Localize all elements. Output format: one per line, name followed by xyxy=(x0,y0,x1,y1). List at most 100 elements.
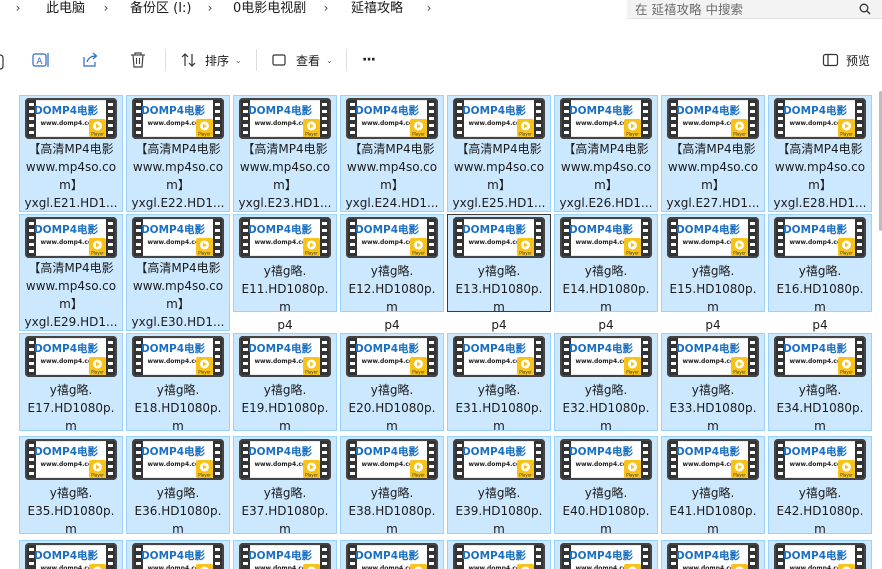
breadcrumb-item-this-pc[interactable]: 此电脑 xyxy=(46,0,85,19)
thumbnail-brand: DOMP4电影 xyxy=(34,342,99,355)
file-item[interactable]: DOMP4电影 www.domp4.cc Player y禧g略. E42.HD108… xyxy=(768,436,872,554)
breadcrumb-item-folder-movies[interactable]: 0电影电视剧 xyxy=(233,0,306,19)
toolbar-divider xyxy=(346,49,347,71)
preview-pane-button[interactable]: 预览 xyxy=(822,48,870,72)
thumbnail-badge: Player xyxy=(198,132,211,137)
thumbnail-brand: DOMP4电影 xyxy=(355,342,420,355)
file-item[interactable]: DOMP4电影 www.domp4.cc Player y禧g略. E41.HD108… xyxy=(661,436,765,554)
thumbnail-badge: Player xyxy=(626,473,639,478)
file-item[interactable]: DOMP4电影 www.domp4.cc Player 【高清MP4电影 www.mp… xyxy=(126,214,230,331)
chevron-right-icon[interactable]: › xyxy=(12,0,24,19)
thumbnail-badge: Player xyxy=(198,251,211,256)
thumbnail-badge: Player xyxy=(91,473,104,478)
more-options-button[interactable]: ··· xyxy=(362,48,376,72)
file-item[interactable]: DOMP4电影 www.domp4.cc Player y禧g略. E39.HD108… xyxy=(447,436,551,554)
delete-button[interactable] xyxy=(129,48,147,72)
file-item[interactable]: DOMP4电影www.domp4.ccPlayer xyxy=(768,540,872,569)
chevron-down-icon: ⌄ xyxy=(235,55,242,65)
new-item-button[interactable] xyxy=(0,50,5,74)
file-item[interactable]: DOMP4电影 www.domp4.cc Player y禧g略. E15.HD108… xyxy=(661,214,765,332)
search-input[interactable] xyxy=(635,0,855,18)
rename-icon: A xyxy=(32,53,49,67)
file-item[interactable]: DOMP4电影www.domp4.ccPlayer xyxy=(554,540,658,569)
thumbnail-badge: Player xyxy=(91,132,104,137)
file-name: 【高清MP4电影 www.mp4so.co m】 yxgl.E27.HD1... xyxy=(666,142,760,210)
video-thumbnail: DOMP4电影www.domp4.ccPlayer xyxy=(667,98,759,139)
file-name: y禧g略. E13.HD1080p.m p4 xyxy=(455,264,543,332)
breadcrumb-item-current[interactable]: 延禧攻略 xyxy=(351,0,403,19)
video-thumbnail: DOMP4电影www.domp4.ccPlayer xyxy=(667,543,759,569)
file-item[interactable]: DOMP4电影www.domp4.ccPlayer xyxy=(233,540,337,569)
thumbnail-brand: DOMP4电影 xyxy=(569,445,634,458)
search-icon[interactable] xyxy=(859,3,871,15)
file-item[interactable]: DOMP4电影 www.domp4.cc Player y禧g略. E40.HD108… xyxy=(554,436,658,554)
file-item[interactable]: DOMP4电影 www.domp4.cc Player 【高清MP4电影 www.mp… xyxy=(340,95,444,212)
breadcrumb-item-drive[interactable]: 备份区 (I:) xyxy=(130,0,192,19)
chevron-right-icon[interactable]: › xyxy=(423,0,435,19)
file-item[interactable]: DOMP4电影 www.domp4.cc Player y禧g略. E33.HD108… xyxy=(661,333,765,451)
thumbnail-url: www.domp4.cc xyxy=(575,565,626,569)
video-thumbnail: DOMP4电影www.domp4.ccPlayer xyxy=(346,217,438,258)
video-thumbnail: DOMP4电影www.domp4.ccPlayer xyxy=(346,543,438,569)
file-item[interactable]: DOMP4电影 www.domp4.cc Player y禧g略. E20.HD108… xyxy=(340,333,444,451)
file-item[interactable]: DOMP4电影 www.domp4.cc Player y禧g略. E38.HD108… xyxy=(340,436,444,554)
file-item[interactable]: DOMP4电影 www.domp4.cc Player 【高清MP4电影 www.mp… xyxy=(768,95,872,212)
chevron-right-icon[interactable]: › xyxy=(320,0,332,19)
file-item[interactable]: DOMP4电影 www.domp4.cc Player y禧g略. E32.HD108… xyxy=(554,333,658,451)
file-name: 【高清MP4电影 www.mp4so.co m】 yxgl.E29.HD1... xyxy=(24,261,118,329)
command-bar: A 排序 ⌄ 查看 ⌄ ··· 预览 xyxy=(0,19,882,91)
thumbnail-url: www.domp4.cc xyxy=(254,239,305,246)
thumbnail-badge: Player xyxy=(91,251,104,256)
file-item[interactable]: DOMP4电影 www.domp4.cc Player y禧g略. E18.HD108… xyxy=(126,333,230,451)
file-item[interactable]: DOMP4电影 www.domp4.cc Player y禧g略. E34.HD108… xyxy=(768,333,872,451)
file-item[interactable]: DOMP4电影 www.domp4.cc Player y禧g略. E11.HD108… xyxy=(233,214,337,332)
file-item[interactable]: DOMP4电影 www.domp4.cc Player 【高清MP4电影 www.mp… xyxy=(661,95,765,212)
video-thumbnail: DOMP4电影www.domp4.ccPlayer xyxy=(667,439,759,480)
thumbnail-url: www.domp4.cc xyxy=(468,358,519,365)
thumbnail-url: www.domp4.cc xyxy=(40,239,91,246)
file-item[interactable]: DOMP4电影www.domp4.ccPlayer xyxy=(126,540,230,569)
search-box[interactable] xyxy=(627,0,882,19)
file-item[interactable]: DOMP4电影 www.domp4.cc Player y禧g略. E13.HD108… xyxy=(447,214,551,332)
thumbnail-url: www.domp4.cc xyxy=(468,239,519,246)
file-item[interactable]: DOMP4电影www.domp4.ccPlayer xyxy=(340,540,444,569)
file-item[interactable]: DOMP4电影 www.domp4.cc Player 【高清MP4电影 www.mp… xyxy=(447,95,551,212)
share-button[interactable] xyxy=(81,48,99,72)
file-item[interactable]: DOMP4电影 www.domp4.cc Player y禧g略. E37.HD108… xyxy=(233,436,337,554)
thumbnail-brand: DOMP4电影 xyxy=(783,549,848,562)
thumbnail-url: www.domp4.cc xyxy=(575,239,626,246)
rename-button[interactable]: A xyxy=(32,48,50,72)
file-item[interactable]: DOMP4电影 www.domp4.cc Player y禧g略. E14.HD108… xyxy=(554,214,658,332)
file-item[interactable]: DOMP4电影www.domp4.ccPlayer xyxy=(661,540,765,569)
thumbnail-badge: Player xyxy=(412,473,425,478)
thumbnail-brand: DOMP4电影 xyxy=(34,104,99,117)
thumbnail-badge: Player xyxy=(519,132,532,137)
video-thumbnail: DOMP4电影www.domp4.ccPlayer xyxy=(132,217,224,258)
chevron-right-icon[interactable]: › xyxy=(100,0,112,19)
file-item[interactable]: DOMP4电影 www.domp4.cc Player 【高清MP4电影 www.mp… xyxy=(19,95,123,212)
file-item[interactable]: DOMP4电影 www.domp4.cc Player 【高清MP4电影 www.mp… xyxy=(554,95,658,212)
thumbnail-url: www.domp4.cc xyxy=(789,239,840,246)
video-thumbnail: DOMP4电影www.domp4.ccPlayer xyxy=(25,439,117,480)
thumbnail-brand: DOMP4电影 xyxy=(676,445,741,458)
sort-button[interactable]: 排序 ⌄ xyxy=(180,48,242,72)
file-item[interactable]: DOMP4电影 www.domp4.cc Player 【高清MP4电影 www.mp… xyxy=(233,95,337,212)
file-item[interactable]: DOMP4电影 www.domp4.cc Player y禧g略. E36.HD108… xyxy=(126,436,230,554)
file-item[interactable]: DOMP4电影 www.domp4.cc Player 【高清MP4电影 www.mp… xyxy=(19,214,123,331)
more-icon: ··· xyxy=(362,52,376,68)
toolbar-divider xyxy=(165,49,166,71)
file-item[interactable]: DOMP4电影 www.domp4.cc Player y禧g略. E19.HD108… xyxy=(233,333,337,451)
thumbnail-brand: DOMP4电影 xyxy=(355,104,420,117)
file-item[interactable]: DOMP4电影www.domp4.ccPlayer xyxy=(447,540,551,569)
file-item[interactable]: DOMP4电影 www.domp4.cc Player y禧g略. E16.HD108… xyxy=(768,214,872,332)
video-thumbnail: DOMP4电影www.domp4.ccPlayer xyxy=(667,336,759,377)
file-item[interactable]: DOMP4电影 www.domp4.cc Player y禧g略. E12.HD108… xyxy=(340,214,444,332)
file-item[interactable]: DOMP4电影 www.domp4.cc Player 【高清MP4电影 www.mp… xyxy=(126,95,230,212)
chevron-right-icon[interactable]: › xyxy=(204,0,216,19)
file-item[interactable]: DOMP4电影 www.domp4.cc Player y禧g略. E17.HD108… xyxy=(19,333,123,451)
view-button[interactable]: 查看 ⌄ xyxy=(271,48,333,72)
file-item[interactable]: DOMP4电影 www.domp4.cc Player y禧g略. E31.HD108… xyxy=(447,333,551,451)
file-item[interactable]: DOMP4电影www.domp4.ccPlayer xyxy=(19,540,123,569)
thumbnail-badge: Player xyxy=(840,370,853,375)
file-item[interactable]: DOMP4电影 www.domp4.cc Player y禧g略. E35.HD108… xyxy=(19,436,123,554)
